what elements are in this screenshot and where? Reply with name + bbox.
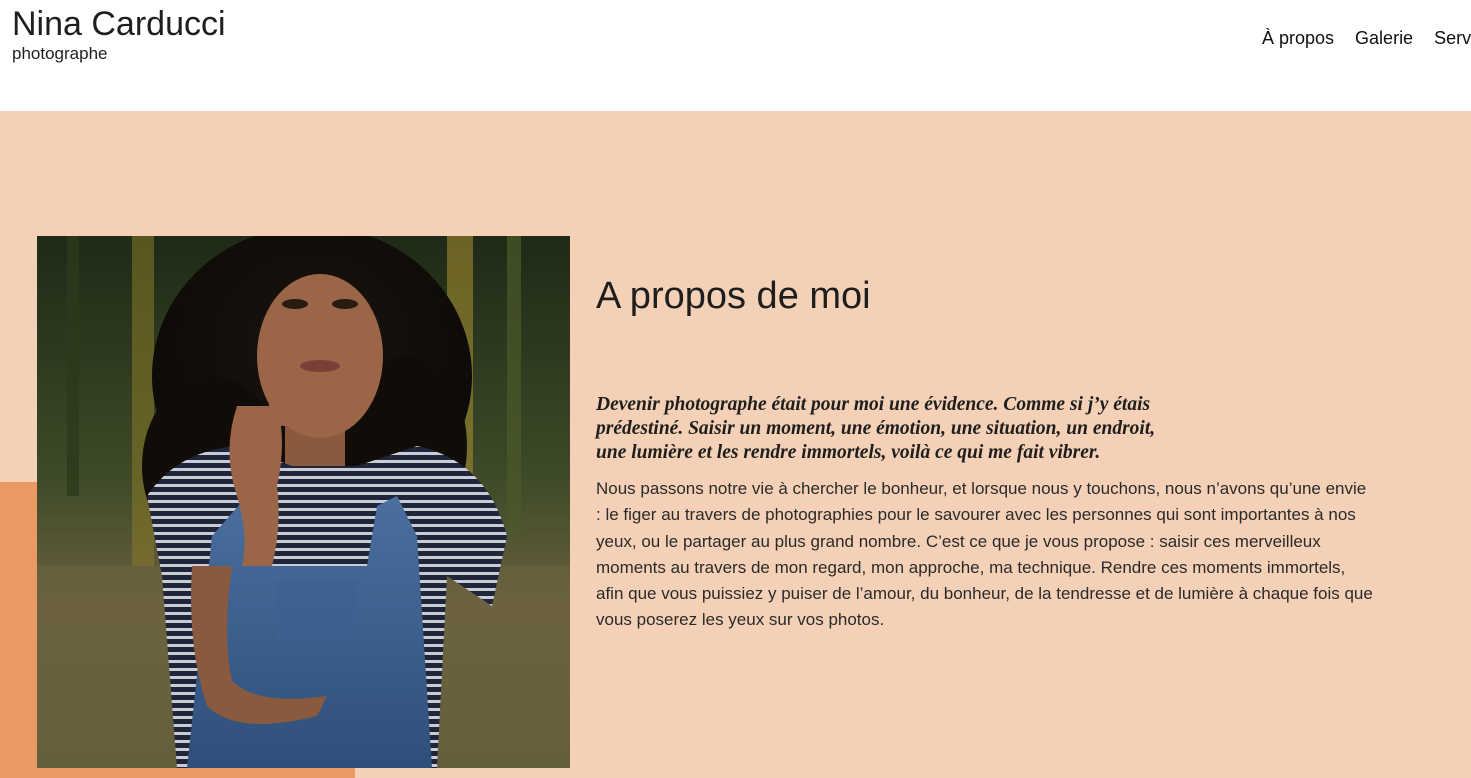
about-section: A propos de moi Devenir photographe étai… [0, 111, 1471, 778]
portrait-illustration [37, 236, 570, 768]
nav-link-galerie[interactable]: Galerie [1355, 26, 1413, 50]
body-line: moments au travers de mon regard, mon ap… [596, 557, 1346, 577]
about-body-text: Nous passons notre vie à chercher le bon… [596, 476, 1456, 634]
body-line: : le figer au travers de photographies p… [596, 505, 1356, 525]
body-line: Nous passons notre vie à chercher le bon… [596, 479, 1367, 498]
body-line: vous poserez les yeux sur vos photos. [596, 610, 885, 630]
nav-link-services[interactable]: Services [1434, 26, 1471, 50]
quote-line: une lumière et les rendre immortels, voi… [596, 442, 1101, 463]
site-header: Nina Carducci photographe À propos Galeri… [0, 0, 1471, 111]
quote-line: prédestiné. Saisir un moment, une émotio… [596, 418, 1156, 439]
body-line: yeux, ou le partager au plus grand nombr… [596, 531, 1321, 551]
nav-link-a-propos[interactable]: À propos [1262, 26, 1334, 50]
main-nav: À propos Galerie Services [1262, 26, 1471, 52]
brand-name[interactable]: Nina Carducci [12, 4, 226, 44]
about-title: A propos de moi [596, 275, 871, 317]
about-quote: Devenir photographe était pour moi une é… [596, 393, 1236, 465]
body-line: afin que vous puissiez y puiser de l’amo… [596, 584, 1373, 604]
quote-line: Devenir photographe était pour moi une é… [596, 394, 1151, 415]
brand-tagline: photographe [12, 44, 108, 63]
portrait-photo [37, 236, 570, 768]
